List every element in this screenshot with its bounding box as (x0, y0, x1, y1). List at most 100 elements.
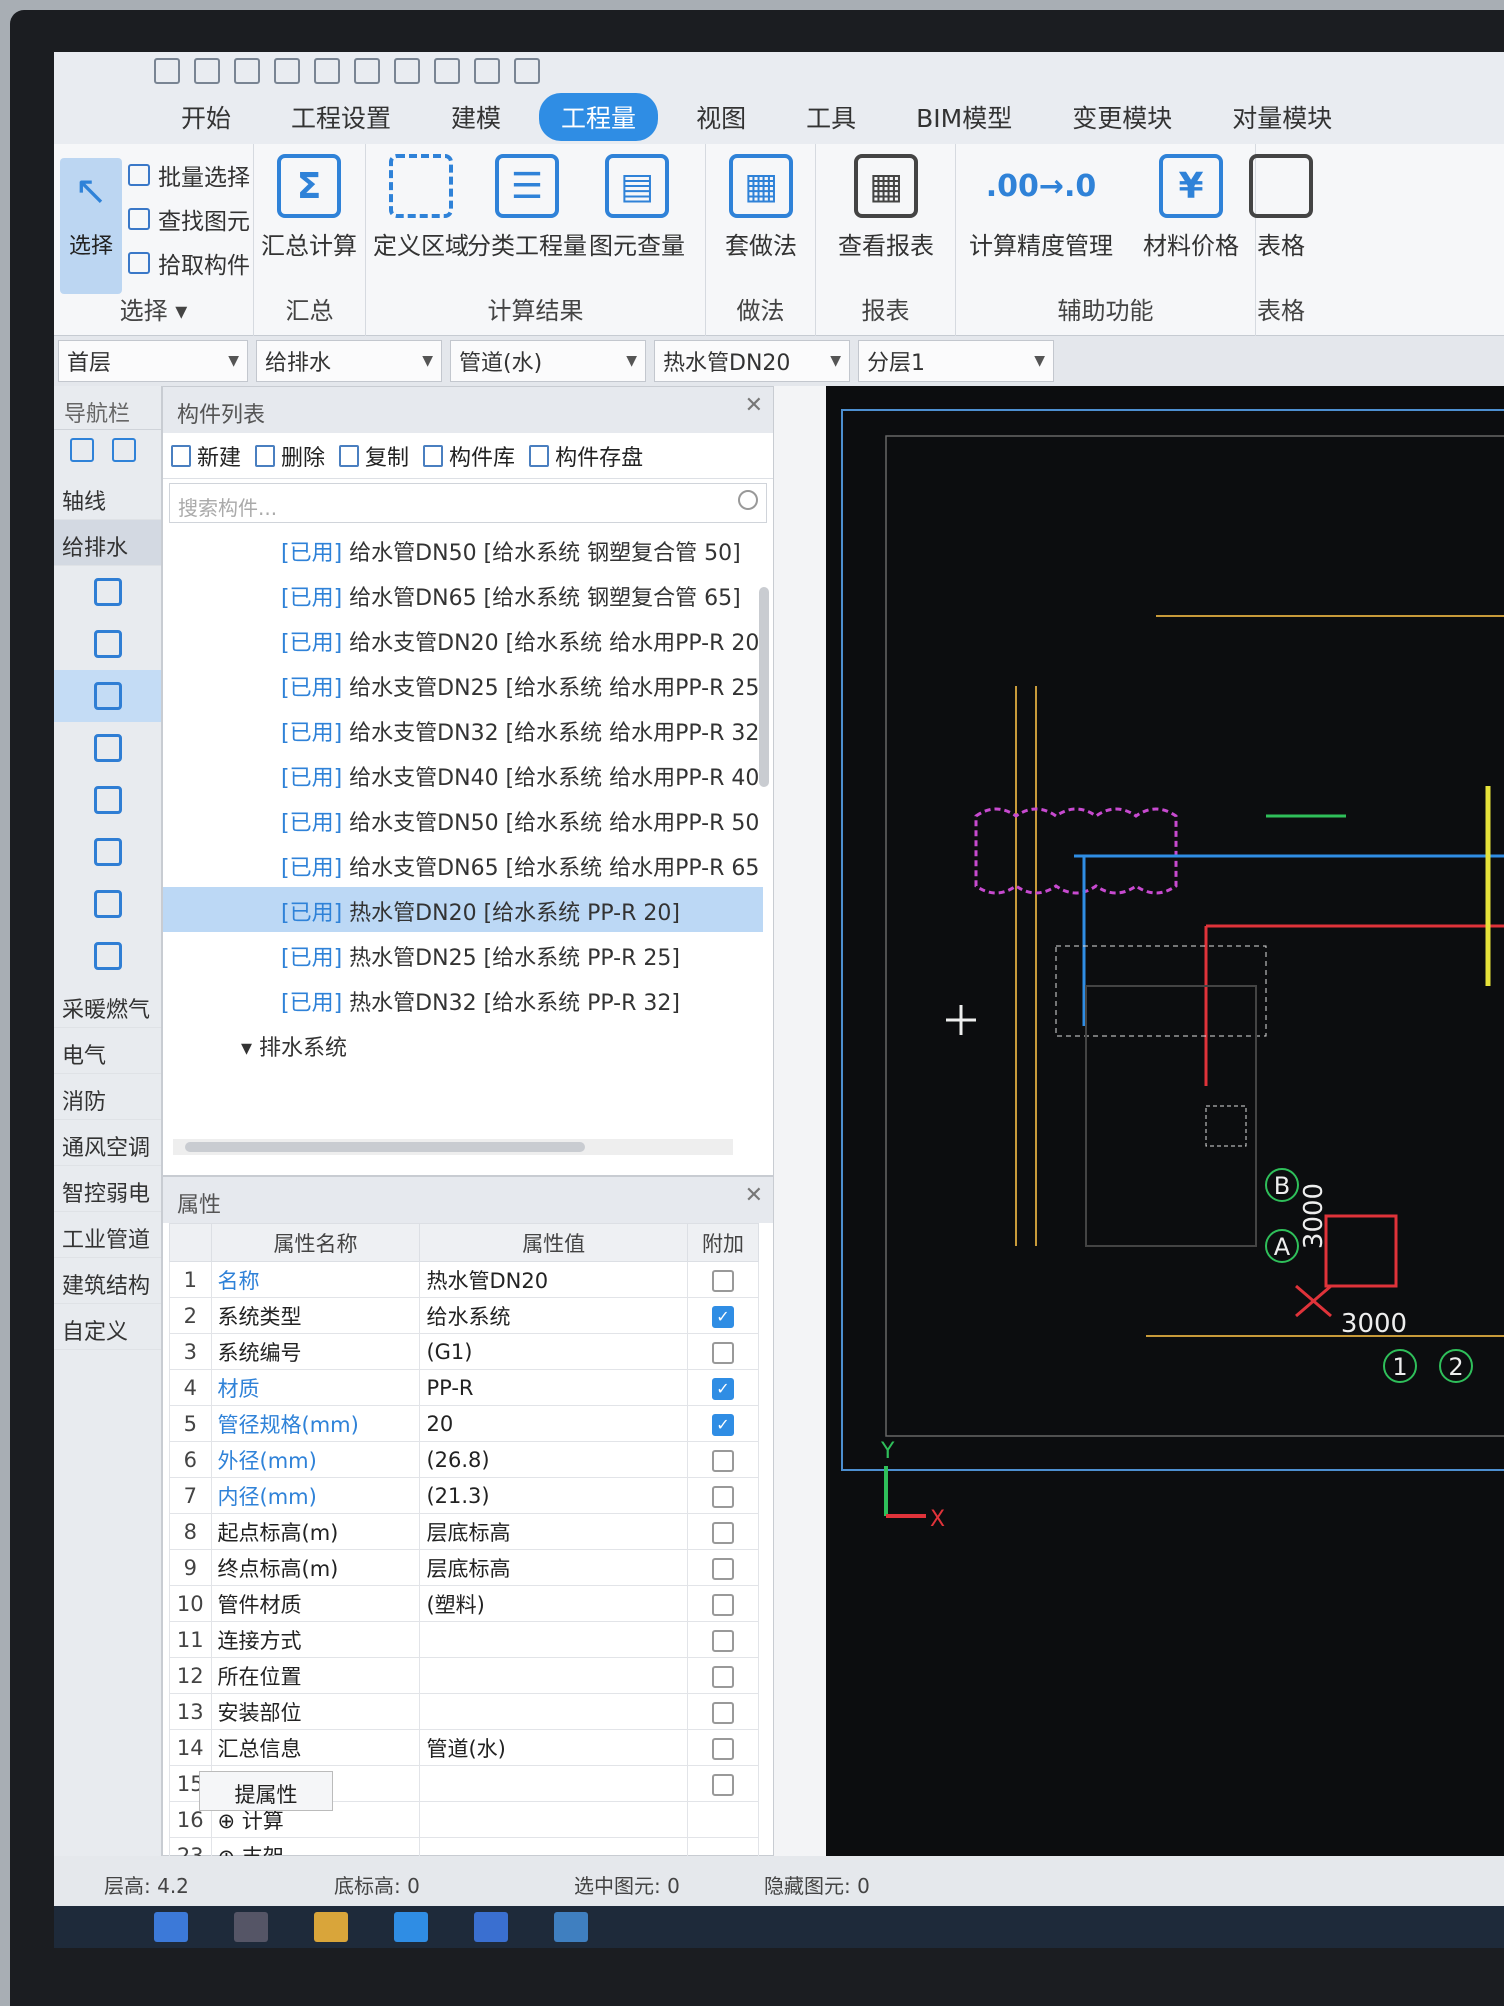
find-element-button[interactable]: 查找图元 (128, 202, 250, 236)
element-quantity-button[interactable]: ▤ 图元查量 (572, 154, 702, 261)
list-item[interactable]: [已用] 给水支管DN20 [给水系统 给水用PP-R 20 (163, 617, 763, 662)
checkbox[interactable] (711, 1341, 734, 1364)
scrollbar-thumb[interactable] (185, 1142, 585, 1152)
floor-select[interactable]: 首层 ▼ (58, 340, 248, 382)
list-item[interactable]: [已用] 给水管DN50 [给水系统 钢塑复合管 50] (163, 527, 763, 572)
checkbox[interactable] (711, 1629, 734, 1652)
delete-button[interactable]: 删除 (255, 440, 325, 472)
preview-app-icon[interactable] (394, 1912, 428, 1942)
close-icon[interactable]: ✕ (745, 393, 763, 418)
checkbox-checked[interactable]: ✓ (711, 1305, 734, 1328)
property-value[interactable]: 20 (419, 1405, 688, 1442)
tree-group-drainage[interactable]: ▾ 排水系统 (163, 1022, 763, 1067)
property-row[interactable]: 3 系统编号 (G1) (169, 1333, 760, 1370)
property-row[interactable]: 5 管径规格(mm) 20 ✓ (169, 1405, 760, 1442)
checkbox[interactable] (711, 1665, 734, 1688)
checkbox[interactable] (711, 1737, 734, 1760)
undo-icon[interactable] (314, 58, 340, 84)
tab-modeling[interactable]: 建模 (429, 93, 523, 141)
list-item-selected[interactable]: [已用] 热水管DN20 [给水系统 PP-R 20] (163, 887, 763, 932)
property-value[interactable] (419, 1801, 688, 1838)
cad-drawing-canvas[interactable]: B A 3000 3000 1 2 Y X (826, 386, 1504, 1856)
pick-component-button[interactable]: 拾取构件 (128, 246, 250, 280)
tab-view[interactable]: 视图 (674, 93, 768, 141)
checkbox[interactable] (711, 1485, 734, 1508)
checkbox-checked[interactable]: ✓ (711, 1377, 734, 1400)
group-select-label[interactable]: 选择 ▾ (54, 291, 253, 326)
property-value[interactable]: 给水系统 (419, 1297, 688, 1334)
grid-icon[interactable] (434, 58, 460, 84)
tab-reconcile-module[interactable]: 对量模块 (1210, 93, 1354, 141)
nav-subitem-fitting[interactable] (54, 774, 161, 826)
component-type-select[interactable]: 管道(水) ▼ (450, 340, 646, 382)
property-row[interactable]: 10 管件材质 (塑料) (169, 1585, 760, 1622)
task-view-icon[interactable] (234, 1912, 268, 1942)
sum-icon[interactable] (394, 58, 420, 84)
nav-item-low-voltage[interactable]: 智控弱电 (54, 1166, 161, 1212)
property-value[interactable]: (26.8) (419, 1441, 688, 1478)
checkbox[interactable] (711, 1701, 734, 1724)
list-item[interactable]: [已用] 热水管DN25 [给水系统 PP-R 25] (163, 932, 763, 977)
upload-icon[interactable] (154, 58, 180, 84)
property-value[interactable] (419, 1657, 688, 1694)
component-library-button[interactable]: 构件库 (423, 440, 515, 472)
glodon-app-icon[interactable] (474, 1912, 508, 1942)
property-row[interactable]: 6 外径(mm) (26.8) (169, 1441, 760, 1478)
nav-item-hvac[interactable]: 通风空调 (54, 1120, 161, 1166)
specialty-select[interactable]: 给排水 ▼ (256, 340, 442, 382)
tab-bim-model[interactable]: BIM模型 (894, 93, 1034, 141)
view-report-button[interactable]: ▦ 查看报表 (821, 154, 951, 261)
close-icon[interactable]: ✕ (745, 1183, 763, 1208)
checkbox[interactable] (711, 1521, 734, 1544)
nav-subitem-fixture[interactable] (54, 566, 161, 618)
tab-tools[interactable]: 工具 (784, 93, 878, 141)
new-file-icon[interactable] (194, 58, 220, 84)
sum-calc-button[interactable]: Σ 汇总计算 (244, 154, 374, 261)
component-save-button[interactable]: 构件存盘 (529, 440, 643, 472)
property-row[interactable]: 11 连接方式 (169, 1621, 760, 1658)
redo-icon[interactable] (354, 58, 380, 84)
nav-item-industrial-pipe[interactable]: 工业管道 (54, 1212, 161, 1258)
start-icon[interactable] (154, 1912, 188, 1942)
property-row[interactable]: 14 汇总信息 管道(水) (169, 1729, 760, 1766)
property-value[interactable] (419, 1765, 688, 1802)
property-row[interactable]: 13 安装部位 (169, 1693, 760, 1730)
save-icon[interactable] (274, 58, 300, 84)
property-row[interactable]: 2 系统类型 给水系统 ✓ (169, 1297, 760, 1334)
tab-project-settings[interactable]: 工程设置 (269, 93, 413, 141)
nav-item-electrical[interactable]: 电气 (54, 1028, 161, 1074)
checkbox[interactable] (711, 1557, 734, 1580)
property-value[interactable]: 管道(水) (419, 1729, 688, 1766)
checkbox[interactable] (711, 1449, 734, 1472)
select-button[interactable]: ↖ 选择 (60, 158, 122, 294)
checkbox[interactable] (711, 1593, 734, 1616)
nav-item-building-structure[interactable]: 建筑结构 (54, 1258, 161, 1304)
list-item[interactable]: [已用] 给水支管DN32 [给水系统 给水用PP-R 32 (163, 707, 763, 752)
list-icon[interactable] (474, 58, 500, 84)
tab-quantity[interactable]: 工程量 (539, 93, 659, 141)
copy-button[interactable]: 复制 (339, 440, 409, 472)
checkbox[interactable] (711, 1773, 734, 1796)
nav-subitem-equipment[interactable] (54, 618, 161, 670)
checkbox[interactable] (711, 1269, 734, 1292)
pin-icon[interactable] (70, 438, 94, 462)
list-item[interactable]: [已用] 给水支管DN25 [给水系统 给水用PP-R 25 (163, 662, 763, 707)
property-value[interactable] (419, 1621, 688, 1658)
layer-select[interactable]: 分层1 ▼ (858, 340, 1054, 382)
nav-subitem-accessory[interactable] (54, 826, 161, 878)
list-item[interactable]: [已用] 热水管DN32 [给水系统 PP-R 32] (163, 977, 763, 1022)
table-button[interactable]: 表格 (1236, 154, 1326, 261)
property-row[interactable]: 9 终点标高(m) 层底标高 (169, 1549, 760, 1586)
checkbox-checked[interactable]: ✓ (711, 1413, 734, 1436)
list-item[interactable]: [已用] 给水支管DN65 [给水系统 给水用PP-R 65 (163, 842, 763, 887)
list-item[interactable]: [已用] 给水管DN65 [给水系统 钢塑复合管 65] (163, 572, 763, 617)
nav-item-custom[interactable]: 自定义 (54, 1304, 161, 1350)
property-value[interactable]: 层底标高 (419, 1549, 688, 1586)
tab-change-module[interactable]: 变更模块 (1050, 93, 1194, 141)
nav-item-axis[interactable]: 轴线 (54, 474, 161, 520)
nav-subitem-support[interactable] (54, 930, 161, 982)
property-value[interactable] (419, 1693, 688, 1730)
property-value[interactable]: (21.3) (419, 1477, 688, 1514)
property-value[interactable]: 层底标高 (419, 1513, 688, 1550)
nav-item-fire[interactable]: 消防 (54, 1074, 161, 1120)
